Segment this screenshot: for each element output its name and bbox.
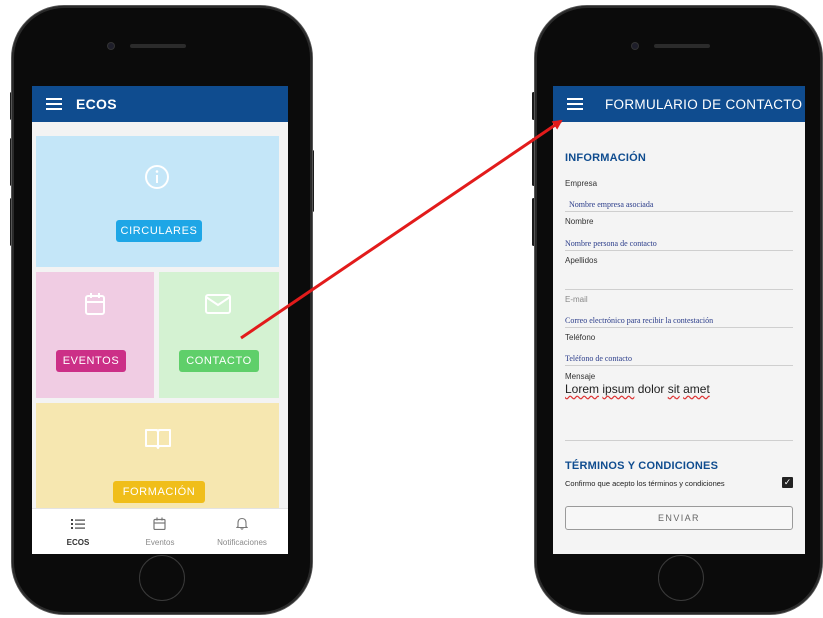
left-phone-frame: ECOS CIRCULARES EVENTOS CONTACTO FORMACI… bbox=[12, 6, 312, 614]
bottom-tab-bar: ECOS Eventos Notificaciones bbox=[32, 508, 288, 554]
list-icon bbox=[71, 519, 85, 529]
earpiece-speaker bbox=[654, 44, 710, 48]
empresa-underline bbox=[565, 211, 793, 212]
hamburger-menu-icon[interactable] bbox=[46, 98, 62, 110]
section-terminos-heading: TÉRMINOS Y CONDICIONES bbox=[565, 460, 719, 472]
mensaje-word: dolor bbox=[637, 382, 665, 396]
mail-icon bbox=[205, 294, 231, 314]
right-screen: FORMULARIO DE CONTACTO INFORMACIÓN Empre… bbox=[553, 86, 805, 554]
form-title: FORMULARIO DE CONTACTO bbox=[605, 96, 803, 112]
nombre-underline bbox=[565, 250, 793, 251]
calendar-icon bbox=[153, 517, 166, 530]
telefono-label: Teléfono bbox=[565, 333, 596, 342]
nombre-input[interactable]: Nombre persona de contacto bbox=[565, 239, 657, 248]
section-informacion-heading: INFORMACIÓN bbox=[565, 152, 647, 164]
apellidos-label: Apellidos bbox=[565, 256, 598, 265]
tab-eventos-label: Eventos bbox=[145, 538, 175, 547]
mensaje-label: Mensaje bbox=[565, 372, 596, 381]
left-screen: ECOS CIRCULARES EVENTOS CONTACTO FORMACI… bbox=[32, 86, 288, 554]
formacion-button[interactable]: FORMACIÓN bbox=[113, 481, 205, 503]
empresa-label: Empresa bbox=[565, 179, 598, 188]
telefono-input[interactable]: Teléfono de contacto bbox=[565, 354, 632, 363]
front-camera bbox=[632, 43, 638, 49]
tab-ecos-label: ECOS bbox=[66, 538, 90, 547]
right-phone-frame: FORMULARIO DE CONTACTO INFORMACIÓN Empre… bbox=[535, 6, 822, 614]
email-input[interactable]: Correo electrónico para recibir la conte… bbox=[565, 316, 713, 325]
front-camera bbox=[108, 43, 114, 49]
form-header: FORMULARIO DE CONTACTO bbox=[553, 86, 805, 122]
mensaje-word: amet bbox=[683, 382, 710, 396]
telefono-underline bbox=[565, 365, 793, 366]
tab-ecos[interactable]: ECOS bbox=[38, 509, 118, 554]
eventos-button[interactable]: EVENTOS bbox=[56, 350, 126, 372]
terms-text: Confirmo que acepto los términos y condi… bbox=[565, 479, 725, 488]
tab-eventos[interactable]: Eventos bbox=[120, 509, 200, 554]
tab-notificaciones[interactable]: Notificaciones bbox=[202, 509, 282, 554]
mensaje-word: ipsum bbox=[602, 382, 635, 396]
nombre-label: Nombre bbox=[565, 217, 594, 226]
app-title: ECOS bbox=[76, 96, 117, 112]
mensaje-underline bbox=[565, 440, 793, 441]
tile-circulares[interactable]: CIRCULARES bbox=[36, 136, 279, 267]
email-underline bbox=[565, 327, 793, 328]
home-button[interactable] bbox=[658, 555, 704, 601]
mensaje-word: Lorem bbox=[565, 382, 600, 396]
info-icon bbox=[145, 165, 169, 189]
contacto-button[interactable]: CONTACTO bbox=[179, 350, 259, 372]
app-header: ECOS bbox=[32, 86, 288, 122]
email-label: E-mail bbox=[565, 295, 588, 304]
circulares-button[interactable]: CIRCULARES bbox=[116, 220, 202, 242]
terms-checkbox[interactable]: ✓ bbox=[782, 477, 793, 488]
empresa-input[interactable]: Nombre empresa asociada bbox=[569, 200, 653, 209]
tile-formacion[interactable]: FORMACIÓN bbox=[36, 403, 279, 509]
enviar-button[interactable]: ENVIAR bbox=[565, 506, 793, 530]
home-button[interactable] bbox=[139, 555, 185, 601]
book-icon bbox=[145, 429, 171, 449]
tile-eventos[interactable]: EVENTOS bbox=[36, 272, 154, 398]
tile-contacto[interactable]: CONTACTO bbox=[159, 272, 279, 398]
bell-icon bbox=[236, 517, 248, 530]
calendar-icon bbox=[85, 293, 105, 315]
hamburger-menu-icon[interactable] bbox=[567, 98, 583, 110]
tab-notificaciones-label: Notificaciones bbox=[217, 538, 267, 547]
earpiece-speaker bbox=[130, 44, 186, 48]
mensaje-textarea[interactable]: Lorem ipsum dolor sit amet bbox=[565, 382, 710, 396]
contact-form: INFORMACIÓN Empresa Nombre empresa asoci… bbox=[553, 122, 805, 554]
apellidos-input[interactable] bbox=[565, 289, 793, 290]
mensaje-word: sit bbox=[667, 382, 680, 396]
